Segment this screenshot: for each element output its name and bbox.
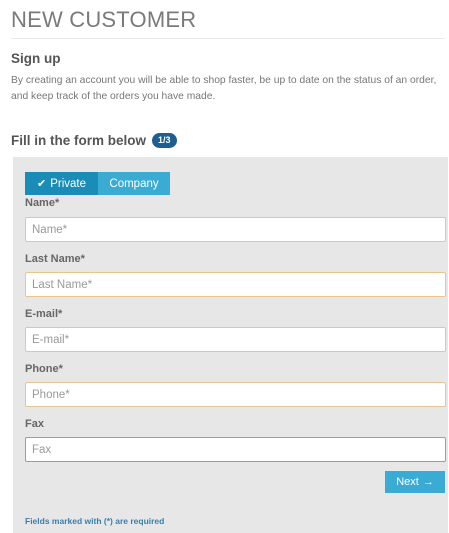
next-button-label: Next (396, 476, 419, 488)
signup-form-panel: ✔ Private Company Name* Last Name* E-mai… (13, 157, 448, 533)
page-title: NEW CUSTOMER (11, 7, 197, 32)
company-toggle-button[interactable]: Company (98, 172, 170, 195)
intro-text: By creating an account you will be able … (11, 75, 437, 102)
title-divider (11, 38, 445, 39)
step-badge: 1/3 (152, 133, 177, 148)
phone-label: Phone* (25, 363, 63, 375)
fax-input[interactable] (25, 437, 446, 462)
check-icon: ✔ (36, 178, 47, 190)
signup-heading: Sign up (11, 51, 61, 66)
required-fields-note: Fields marked with (*) are required (25, 516, 165, 526)
phone-input[interactable] (25, 382, 446, 407)
private-toggle-label: Private (50, 177, 86, 190)
last-name-label: Last Name* (25, 253, 85, 265)
account-type-toggle: ✔ Private Company (25, 172, 170, 195)
name-input[interactable] (25, 217, 446, 242)
last-name-input[interactable] (25, 272, 446, 297)
private-toggle-button[interactable]: ✔ Private (25, 172, 98, 195)
arrow-right-icon: → (422, 476, 434, 488)
company-toggle-label: Company (109, 177, 159, 190)
email-label: E-mail* (25, 308, 63, 320)
form-heading: Fill in the form below 1/3 (11, 133, 177, 148)
form-heading-text: Fill in the form below (11, 133, 146, 148)
name-label: Name* (25, 197, 60, 209)
fax-label: Fax (25, 418, 44, 430)
email-input[interactable] (25, 327, 446, 352)
next-button[interactable]: Next → (385, 471, 445, 493)
